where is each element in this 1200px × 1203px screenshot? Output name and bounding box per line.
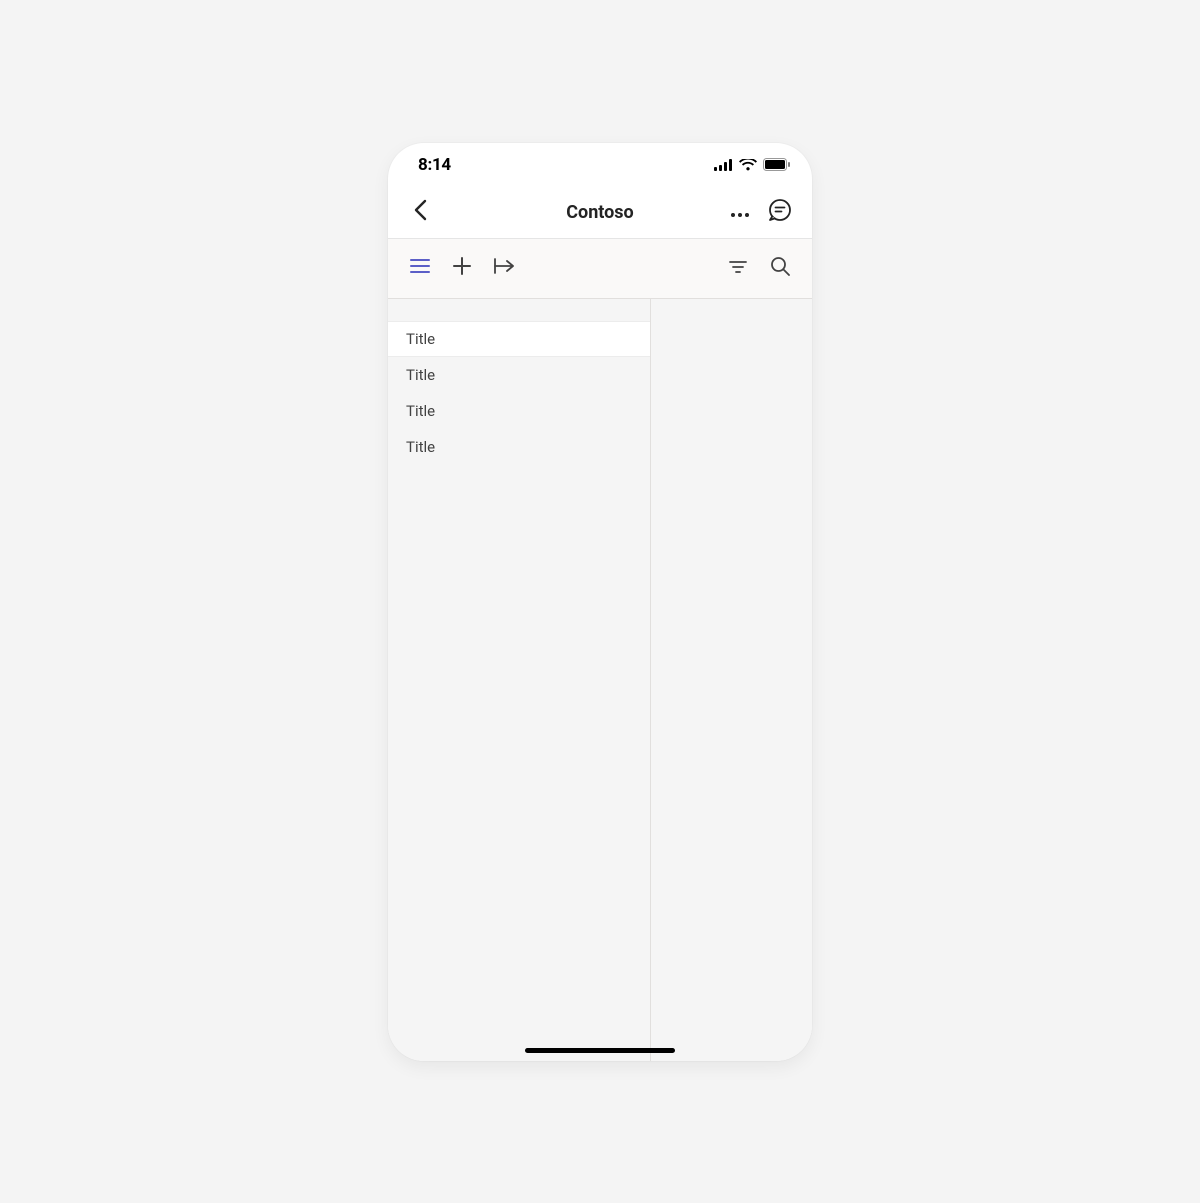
list-item[interactable]: Title — [388, 357, 650, 393]
export-button[interactable] — [490, 254, 518, 282]
status-time: 8:14 — [418, 155, 451, 175]
back-button[interactable] — [400, 192, 440, 232]
filter-icon — [729, 259, 747, 278]
list-item-label: Title — [406, 330, 435, 348]
list-item[interactable]: Title — [388, 321, 650, 357]
add-button[interactable] — [448, 254, 476, 282]
search-button[interactable] — [766, 254, 794, 282]
list-item[interactable]: Title — [388, 429, 650, 465]
chat-button[interactable] — [760, 192, 800, 232]
content-area: Title Title Title Title — [388, 299, 812, 1061]
more-button[interactable] — [720, 192, 760, 232]
list-item-label: Title — [406, 366, 435, 384]
canvas: 8:14 Contoso — [0, 0, 1200, 1203]
battery-icon — [763, 158, 790, 171]
list-item-label: Title — [406, 402, 435, 420]
filter-button[interactable] — [724, 254, 752, 282]
more-horizontal-icon — [730, 203, 750, 222]
cellular-icon — [714, 159, 733, 171]
hamburger-button[interactable] — [406, 254, 434, 282]
plus-icon — [453, 257, 471, 279]
list-item[interactable]: Title — [388, 393, 650, 429]
status-bar: 8:14 — [388, 143, 812, 187]
toolbar — [388, 239, 812, 299]
chat-bubble-icon — [768, 198, 792, 226]
chevron-left-icon — [413, 199, 427, 225]
app-header: Contoso — [388, 187, 812, 239]
right-pane — [651, 299, 812, 1061]
home-indicator[interactable] — [525, 1048, 675, 1053]
left-pane: Title Title Title Title — [388, 299, 651, 1061]
status-right — [714, 158, 790, 171]
list-item-label: Title — [406, 438, 435, 456]
search-icon — [770, 256, 790, 280]
wifi-icon — [739, 159, 757, 171]
phone-frame: 8:14 Contoso — [388, 143, 812, 1061]
export-right-icon — [493, 258, 515, 278]
hamburger-icon — [410, 258, 430, 278]
